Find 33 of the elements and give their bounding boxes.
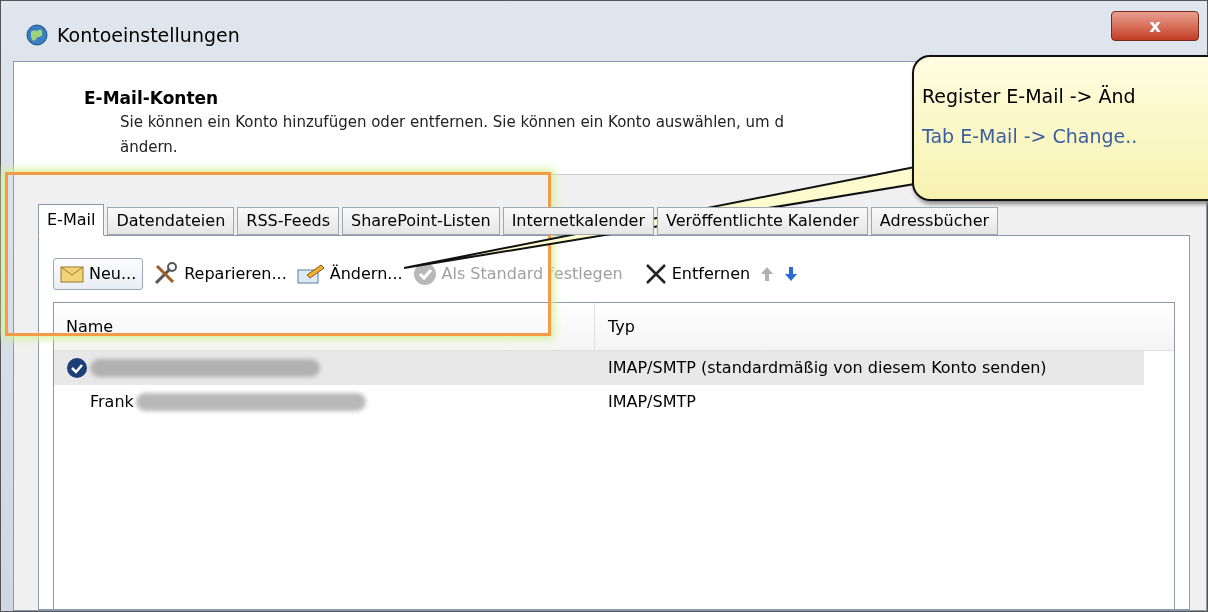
tab[interactable]: SharePoint-Listen [342, 207, 500, 235]
remove-button[interactable]: Entfernen [644, 262, 751, 286]
tools-icon [153, 262, 180, 286]
repair-button[interactable]: Reparieren... [153, 262, 287, 286]
column-header[interactable]: Typ [595, 314, 635, 339]
change-button[interactable]: Ändern... [296, 262, 403, 286]
down-arrow-icon [784, 266, 799, 282]
account-name: Frank [90, 391, 134, 413]
description-text: Sie können ein Konto hinzufügen oder entfernen. Sie können ein Konto auswählen, um d [120, 112, 784, 133]
tab[interactable]: Veröffentlichte Kalender [656, 207, 868, 235]
account-row[interactable]: IMAP/SMTP (standardmäßig von diesem Konto senden) [54, 351, 1144, 385]
callout-text: Tab E-Mail -> Change.. [922, 124, 1139, 149]
tab[interactable]: E-Mail [38, 204, 105, 236]
move-down-button[interactable] [784, 266, 799, 282]
new-button[interactable]: Neu... [53, 258, 144, 290]
envelope-icon [60, 264, 84, 284]
app-globe-icon [25, 23, 49, 47]
section-heading: E-Mail-Konten [84, 87, 219, 110]
envelope-pencil-icon [296, 263, 325, 285]
column-header[interactable]: Name [54, 303, 595, 350]
account-type: IMAP/SMTP (standardmäßig von diesem Konto senden) [608, 357, 1047, 379]
window-title: Kontoeinstellungen [57, 23, 240, 47]
tab[interactable]: Internetkalender [502, 207, 654, 235]
default-check-icon [66, 357, 88, 379]
tab[interactable]: Adressbücher [870, 207, 999, 235]
callout-text: Register E-Mail -> Änd [922, 84, 1137, 109]
account-row[interactable]: Frank IMAP/SMTP [54, 385, 1144, 419]
tab[interactable]: Datendateien [107, 207, 235, 235]
close-icon [644, 263, 667, 285]
description-text: ändern. [120, 137, 178, 158]
up-arrow-icon [760, 266, 775, 282]
tab[interactable]: RSS-Feeds [237, 207, 339, 235]
account-type: IMAP/SMTP [608, 391, 696, 413]
